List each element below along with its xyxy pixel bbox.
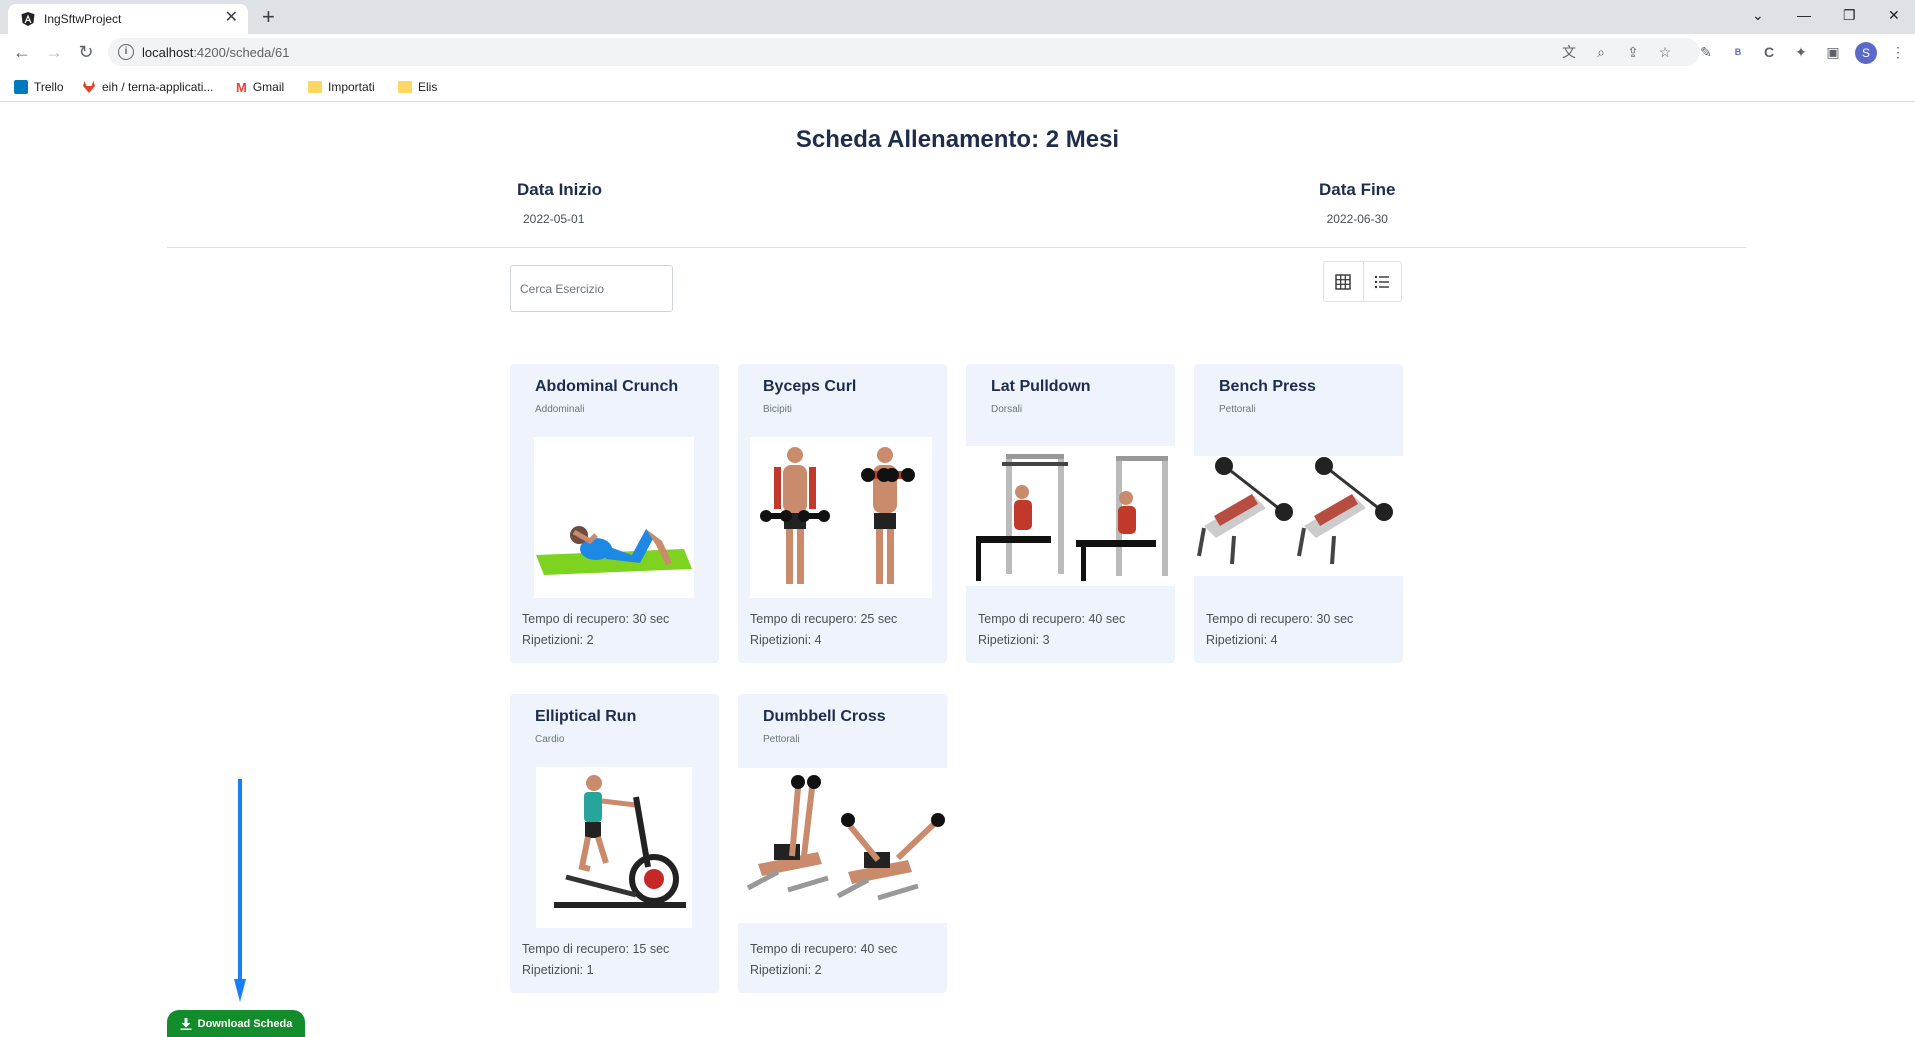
exercise-name: Abdominal Crunch <box>535 378 679 395</box>
exercise-card[interactable]: Bench Press Pettorali Tempo di recupero:… <box>1194 364 1403 663</box>
grid-icon <box>1335 273 1351 290</box>
extension-c-icon[interactable]: C <box>1759 42 1779 62</box>
gmail-icon: M <box>236 79 247 95</box>
share-icon[interactable]: ⇪ <box>1624 43 1642 61</box>
translate-icon[interactable]: 文 <box>1560 43 1578 61</box>
exercise-muscle: Pettorali <box>763 734 800 745</box>
bookmark-label: Elis <box>418 80 438 94</box>
exercise-image <box>750 437 932 598</box>
profile-avatar[interactable]: S <box>1855 42 1877 64</box>
tab-search-icon[interactable]: ⌄ <box>1752 4 1764 26</box>
site-info-icon[interactable]: i <box>118 44 134 60</box>
exercise-rest: Tempo di recupero: 25 sec <box>750 612 898 626</box>
exercise-image <box>534 437 694 598</box>
exercise-card[interactable]: Dumbbell Cross Pettorali Tempo di recupe… <box>738 694 947 993</box>
download-button[interactable]: Download Scheda <box>167 1010 305 1037</box>
new-tab-icon[interactable]: + <box>262 4 275 30</box>
page-title: Scheda Allenamento: 2 Mesi <box>795 126 1120 153</box>
arrow-down-icon <box>234 779 246 1002</box>
bookmarks-bar: Trello eih / terna-applicati... M Gmail … <box>0 70 1915 102</box>
exercise-image <box>738 768 947 923</box>
end-date-block: Data Fine 2022-06-30 <box>1319 180 1396 226</box>
browser-tabstrip: IngSftwProject ✕ + ⌄ — ❐ ✕ <box>0 0 1915 34</box>
extensions-puzzle-icon[interactable]: ✦ <box>1791 42 1811 62</box>
reload-icon[interactable]: ↻ <box>74 40 98 64</box>
exercise-rest: Tempo di recupero: 15 sec <box>522 942 670 956</box>
bookmark-label: Gmail <box>252 80 285 94</box>
exercise-rest: Tempo di recupero: 30 sec <box>1206 612 1354 626</box>
start-date-block: Data Inizio 2022-05-01 <box>517 180 602 226</box>
exercise-name: Dumbbell Cross <box>763 708 886 725</box>
bookmark-trello[interactable]: Trello <box>14 78 64 96</box>
exercise-name: Lat Pulldown <box>991 378 1091 395</box>
folder-icon <box>398 81 412 93</box>
search-input[interactable] <box>510 265 673 312</box>
forward-icon[interactable]: → <box>42 40 66 64</box>
exercise-name: Byceps Curl <box>763 378 857 395</box>
list-icon <box>1375 275 1390 288</box>
exercise-muscle: Bicipiti <box>763 404 792 415</box>
bookmark-label: Importati <box>328 80 375 94</box>
exercise-reps: Ripetizioni: 2 <box>522 633 594 647</box>
exercise-card[interactable]: Lat Pulldown Dorsali Tempo di recupero: … <box>966 364 1175 663</box>
view-toggle <box>1323 261 1402 302</box>
bookmark-label: Trello <box>34 80 64 94</box>
exercise-rest: Tempo di recupero: 40 sec <box>750 942 898 956</box>
divider <box>167 247 1746 248</box>
bookmark-elis[interactable]: Elis <box>398 78 437 96</box>
end-date-value: 2022-06-30 <box>1326 212 1388 226</box>
url-text: localhost:4200/scheda/61 <box>142 45 290 60</box>
tab-close-icon[interactable]: ✕ <box>225 9 238 27</box>
exercise-rest: Tempo di recupero: 40 sec <box>978 612 1126 626</box>
exercise-card[interactable]: Byceps Curl Bicipiti Tempo di recupero: … <box>738 364 947 663</box>
exercise-reps: Ripetizioni: 1 <box>522 963 594 977</box>
list-view-button[interactable] <box>1362 262 1402 301</box>
end-date-label: Data Fine <box>1319 180 1396 199</box>
exercise-card[interactable]: Elliptical Run Cardio Tempo di recupero:… <box>510 694 719 993</box>
bookmark-gmail[interactable]: M Gmail <box>236 78 284 96</box>
exercise-muscle: Dorsali <box>991 404 1023 415</box>
folder-icon <box>308 81 322 93</box>
browser-toolbar: ← → ↻ i localhost:4200/scheda/61 文 ⌕ ⇪ ☆… <box>0 34 1915 70</box>
eyedropper-icon[interactable]: ✎ <box>1696 42 1716 62</box>
exercise-card[interactable]: Abdominal Crunch Addominali Tempo di rec… <box>510 364 719 663</box>
back-icon[interactable]: ← <box>10 40 34 64</box>
exercise-image <box>1194 456 1403 576</box>
trello-icon <box>14 80 28 94</box>
zoom-icon[interactable]: ⌕ <box>1592 43 1610 61</box>
bookmark-gitlab[interactable]: eih / terna-applicati... <box>82 78 213 96</box>
grid-view-button[interactable] <box>1324 262 1363 301</box>
exercise-reps: Ripetizioni: 2 <box>750 963 822 977</box>
page-content: Scheda Allenamento: 2 Mesi Data Inizio 2… <box>0 102 1915 1037</box>
exercise-image <box>966 446 1175 586</box>
menu-kebab-icon[interactable]: ⋮ <box>1888 42 1908 62</box>
minimize-icon[interactable]: — <box>1797 4 1811 26</box>
download-icon <box>180 1017 192 1030</box>
tab-title: IngSftwProject <box>44 12 122 26</box>
browser-tab[interactable]: IngSftwProject ✕ <box>8 4 248 34</box>
exercise-muscle: Addominali <box>535 404 585 415</box>
angular-icon <box>21 12 35 26</box>
exercise-muscle: Pettorali <box>1219 404 1256 415</box>
exercise-name: Elliptical Run <box>535 708 637 725</box>
bookmark-label: eih / terna-applicati... <box>102 80 214 94</box>
exercise-reps: Ripetizioni: 4 <box>1206 633 1278 647</box>
start-date-label: Data Inizio <box>517 180 603 199</box>
bookmark-star-icon[interactable]: ☆ <box>1656 43 1674 61</box>
start-date-value: 2022-05-01 <box>523 212 585 226</box>
gitlab-icon <box>83 81 95 93</box>
address-bar[interactable]: i localhost:4200/scheda/61 文 ⌕ ⇪ ☆ <box>108 38 1700 66</box>
side-panel-icon[interactable]: ▣ <box>1823 42 1843 62</box>
bookmark-importati[interactable]: Importati <box>308 78 375 96</box>
exercise-reps: Ripetizioni: 4 <box>750 633 822 647</box>
restore-icon[interactable]: ❐ <box>1843 4 1856 26</box>
exercise-rest: Tempo di recupero: 30 sec <box>522 612 670 626</box>
exercise-reps: Ripetizioni: 3 <box>978 633 1050 647</box>
exercise-name: Bench Press <box>1219 378 1316 395</box>
exercise-muscle: Cardio <box>535 734 565 745</box>
window-close-icon[interactable]: ✕ <box>1888 4 1900 26</box>
exercise-image <box>536 767 692 928</box>
extension-b-icon[interactable]: B <box>1728 42 1748 62</box>
download-label: Download Scheda <box>197 1017 293 1030</box>
